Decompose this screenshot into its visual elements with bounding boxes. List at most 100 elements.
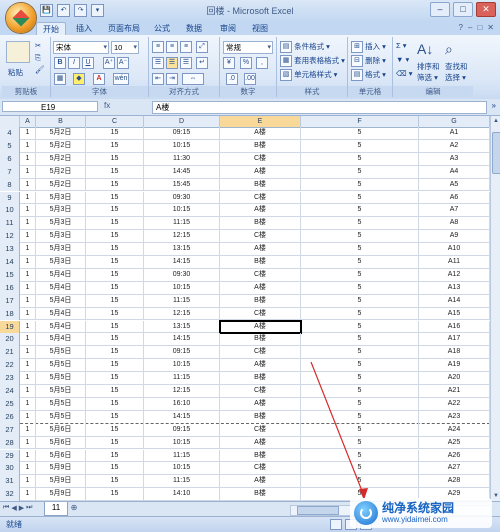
workbook-restore-icon[interactable]: □: [477, 23, 482, 32]
column-header[interactable]: B: [36, 116, 86, 127]
cell-b[interactable]: 5月2日: [36, 127, 86, 140]
cell-f[interactable]: 5: [301, 294, 419, 308]
formula-input[interactable]: A楼: [152, 101, 487, 114]
cell-g[interactable]: A3: [419, 152, 490, 166]
fill-color-button[interactable]: ◆: [73, 73, 85, 85]
cell-f[interactable]: 5: [301, 410, 419, 424]
cell-e[interactable]: C楼: [220, 385, 301, 398]
cell-f[interactable]: 5: [301, 333, 419, 347]
cell-e[interactable]: C楼: [220, 307, 301, 321]
cell-g[interactable]: A22: [419, 397, 490, 411]
cell-a[interactable]: 1: [20, 307, 36, 321]
font-color-button[interactable]: A: [93, 73, 105, 85]
cell-f[interactable]: 5: [301, 320, 419, 334]
cell-e[interactable]: B楼: [220, 178, 301, 192]
cell-d[interactable]: 10:15: [144, 436, 220, 450]
cell-c[interactable]: 15: [86, 372, 144, 385]
first-sheet-icon[interactable]: ⏮: [3, 504, 9, 512]
cell-b[interactable]: 5月4日: [36, 281, 86, 295]
cell-g[interactable]: A1: [419, 127, 490, 140]
cell-e[interactable]: A楼: [220, 359, 301, 373]
minimize-button[interactable]: –: [430, 2, 450, 17]
cell-f[interactable]: 5: [301, 423, 419, 437]
cell-f[interactable]: 5: [301, 243, 419, 256]
cell-e[interactable]: C楼: [220, 152, 301, 166]
expand-formula-bar-icon[interactable]: »: [492, 101, 496, 110]
workbook-close-icon[interactable]: ✕: [487, 23, 494, 32]
prev-sheet-icon[interactable]: ◀: [11, 504, 16, 512]
clear-icon[interactable]: ⌫ ▾: [396, 69, 412, 78]
cell-d[interactable]: 10:15: [144, 204, 220, 218]
tab-page-layout[interactable]: 页面布局: [102, 22, 146, 35]
row-header[interactable]: 6: [0, 152, 20, 166]
cell-g[interactable]: A13: [419, 281, 490, 295]
cell-b[interactable]: 5月3日: [36, 243, 86, 256]
row-header[interactable]: 28: [0, 436, 20, 450]
row-header[interactable]: 19: [0, 320, 20, 334]
cell-e[interactable]: C楼: [220, 268, 301, 282]
cell-f[interactable]: 5: [301, 346, 419, 360]
cell-b[interactable]: 5月3日: [36, 191, 86, 205]
row-header[interactable]: 16: [0, 281, 20, 295]
next-sheet-icon[interactable]: ▶: [19, 504, 24, 512]
cell-a[interactable]: 1: [20, 217, 36, 231]
increase-decimal-button[interactable]: .0: [226, 73, 238, 85]
cell-e[interactable]: B楼: [220, 256, 301, 269]
cell-g[interactable]: A27: [419, 462, 490, 476]
cell-d[interactable]: 09:30: [144, 191, 220, 205]
cell-b[interactable]: 5月4日: [36, 294, 86, 308]
cell-a[interactable]: 1: [20, 191, 36, 205]
format-painter-icon[interactable]: 🖌: [35, 65, 45, 74]
cell-d[interactable]: 10:15: [144, 139, 220, 153]
cell-d[interactable]: 10:15: [144, 359, 220, 373]
cell-b[interactable]: 5月5日: [36, 397, 86, 411]
fx-icon[interactable]: fx: [104, 101, 110, 110]
cell-c[interactable]: 15: [86, 165, 144, 179]
row-header[interactable]: 17: [0, 294, 20, 308]
cell-a[interactable]: 1: [20, 127, 36, 140]
comma-button[interactable]: ,: [256, 57, 268, 69]
paste-button[interactable]: 粘贴: [8, 67, 23, 78]
cell-d[interactable]: 09:15: [144, 346, 220, 360]
row-header[interactable]: 20: [0, 333, 20, 347]
last-sheet-icon[interactable]: ⏭: [26, 504, 32, 512]
cell-d[interactable]: 11:15: [144, 294, 220, 308]
cell-f[interactable]: 5: [301, 385, 419, 398]
cell-f[interactable]: 5: [301, 281, 419, 295]
cell-c[interactable]: 15: [86, 410, 144, 424]
cell-d[interactable]: 12:15: [144, 385, 220, 398]
cell-a[interactable]: 1: [20, 359, 36, 373]
cell-g[interactable]: A18: [419, 346, 490, 360]
cell-f[interactable]: 5: [301, 372, 419, 385]
cell-b[interactable]: 5月6日: [36, 449, 86, 463]
cell-e[interactable]: A楼: [220, 165, 301, 179]
cell-c[interactable]: 15: [86, 333, 144, 347]
cell-e[interactable]: B楼: [220, 449, 301, 463]
cell-b[interactable]: 5月6日: [36, 423, 86, 437]
cell-a[interactable]: 1: [20, 423, 36, 437]
cell-g[interactable]: A10: [419, 243, 490, 256]
cell-c[interactable]: 15: [86, 191, 144, 205]
cell-b[interactable]: 5月2日: [36, 139, 86, 153]
column-header[interactable]: F: [301, 116, 419, 127]
cell-a[interactable]: 1: [20, 475, 36, 489]
grow-font-button[interactable]: A⁺: [103, 57, 115, 69]
cell-b[interactable]: 5月9日: [36, 488, 86, 501]
cell-g[interactable]: A17: [419, 333, 490, 347]
cell-f[interactable]: 5: [301, 307, 419, 321]
cell-b[interactable]: 5月5日: [36, 410, 86, 424]
cell-f[interactable]: 5: [301, 436, 419, 450]
cell-b[interactable]: 5月4日: [36, 333, 86, 347]
cell-a[interactable]: 1: [20, 165, 36, 179]
cell-f[interactable]: 5: [301, 462, 419, 476]
cell-b[interactable]: 5月9日: [36, 462, 86, 476]
autosum-button[interactable]: Σ ▾: [396, 41, 407, 50]
cell-e[interactable]: A楼: [220, 281, 301, 295]
cell-e[interactable]: C楼: [220, 230, 301, 244]
row-header[interactable]: 4: [0, 127, 20, 140]
row-header[interactable]: 27: [0, 423, 20, 437]
cell-d[interactable]: 14:15: [144, 410, 220, 424]
cell-f[interactable]: 5: [301, 256, 419, 269]
increase-indent-button[interactable]: ⇥: [166, 73, 178, 85]
cell-b[interactable]: 5月4日: [36, 307, 86, 321]
